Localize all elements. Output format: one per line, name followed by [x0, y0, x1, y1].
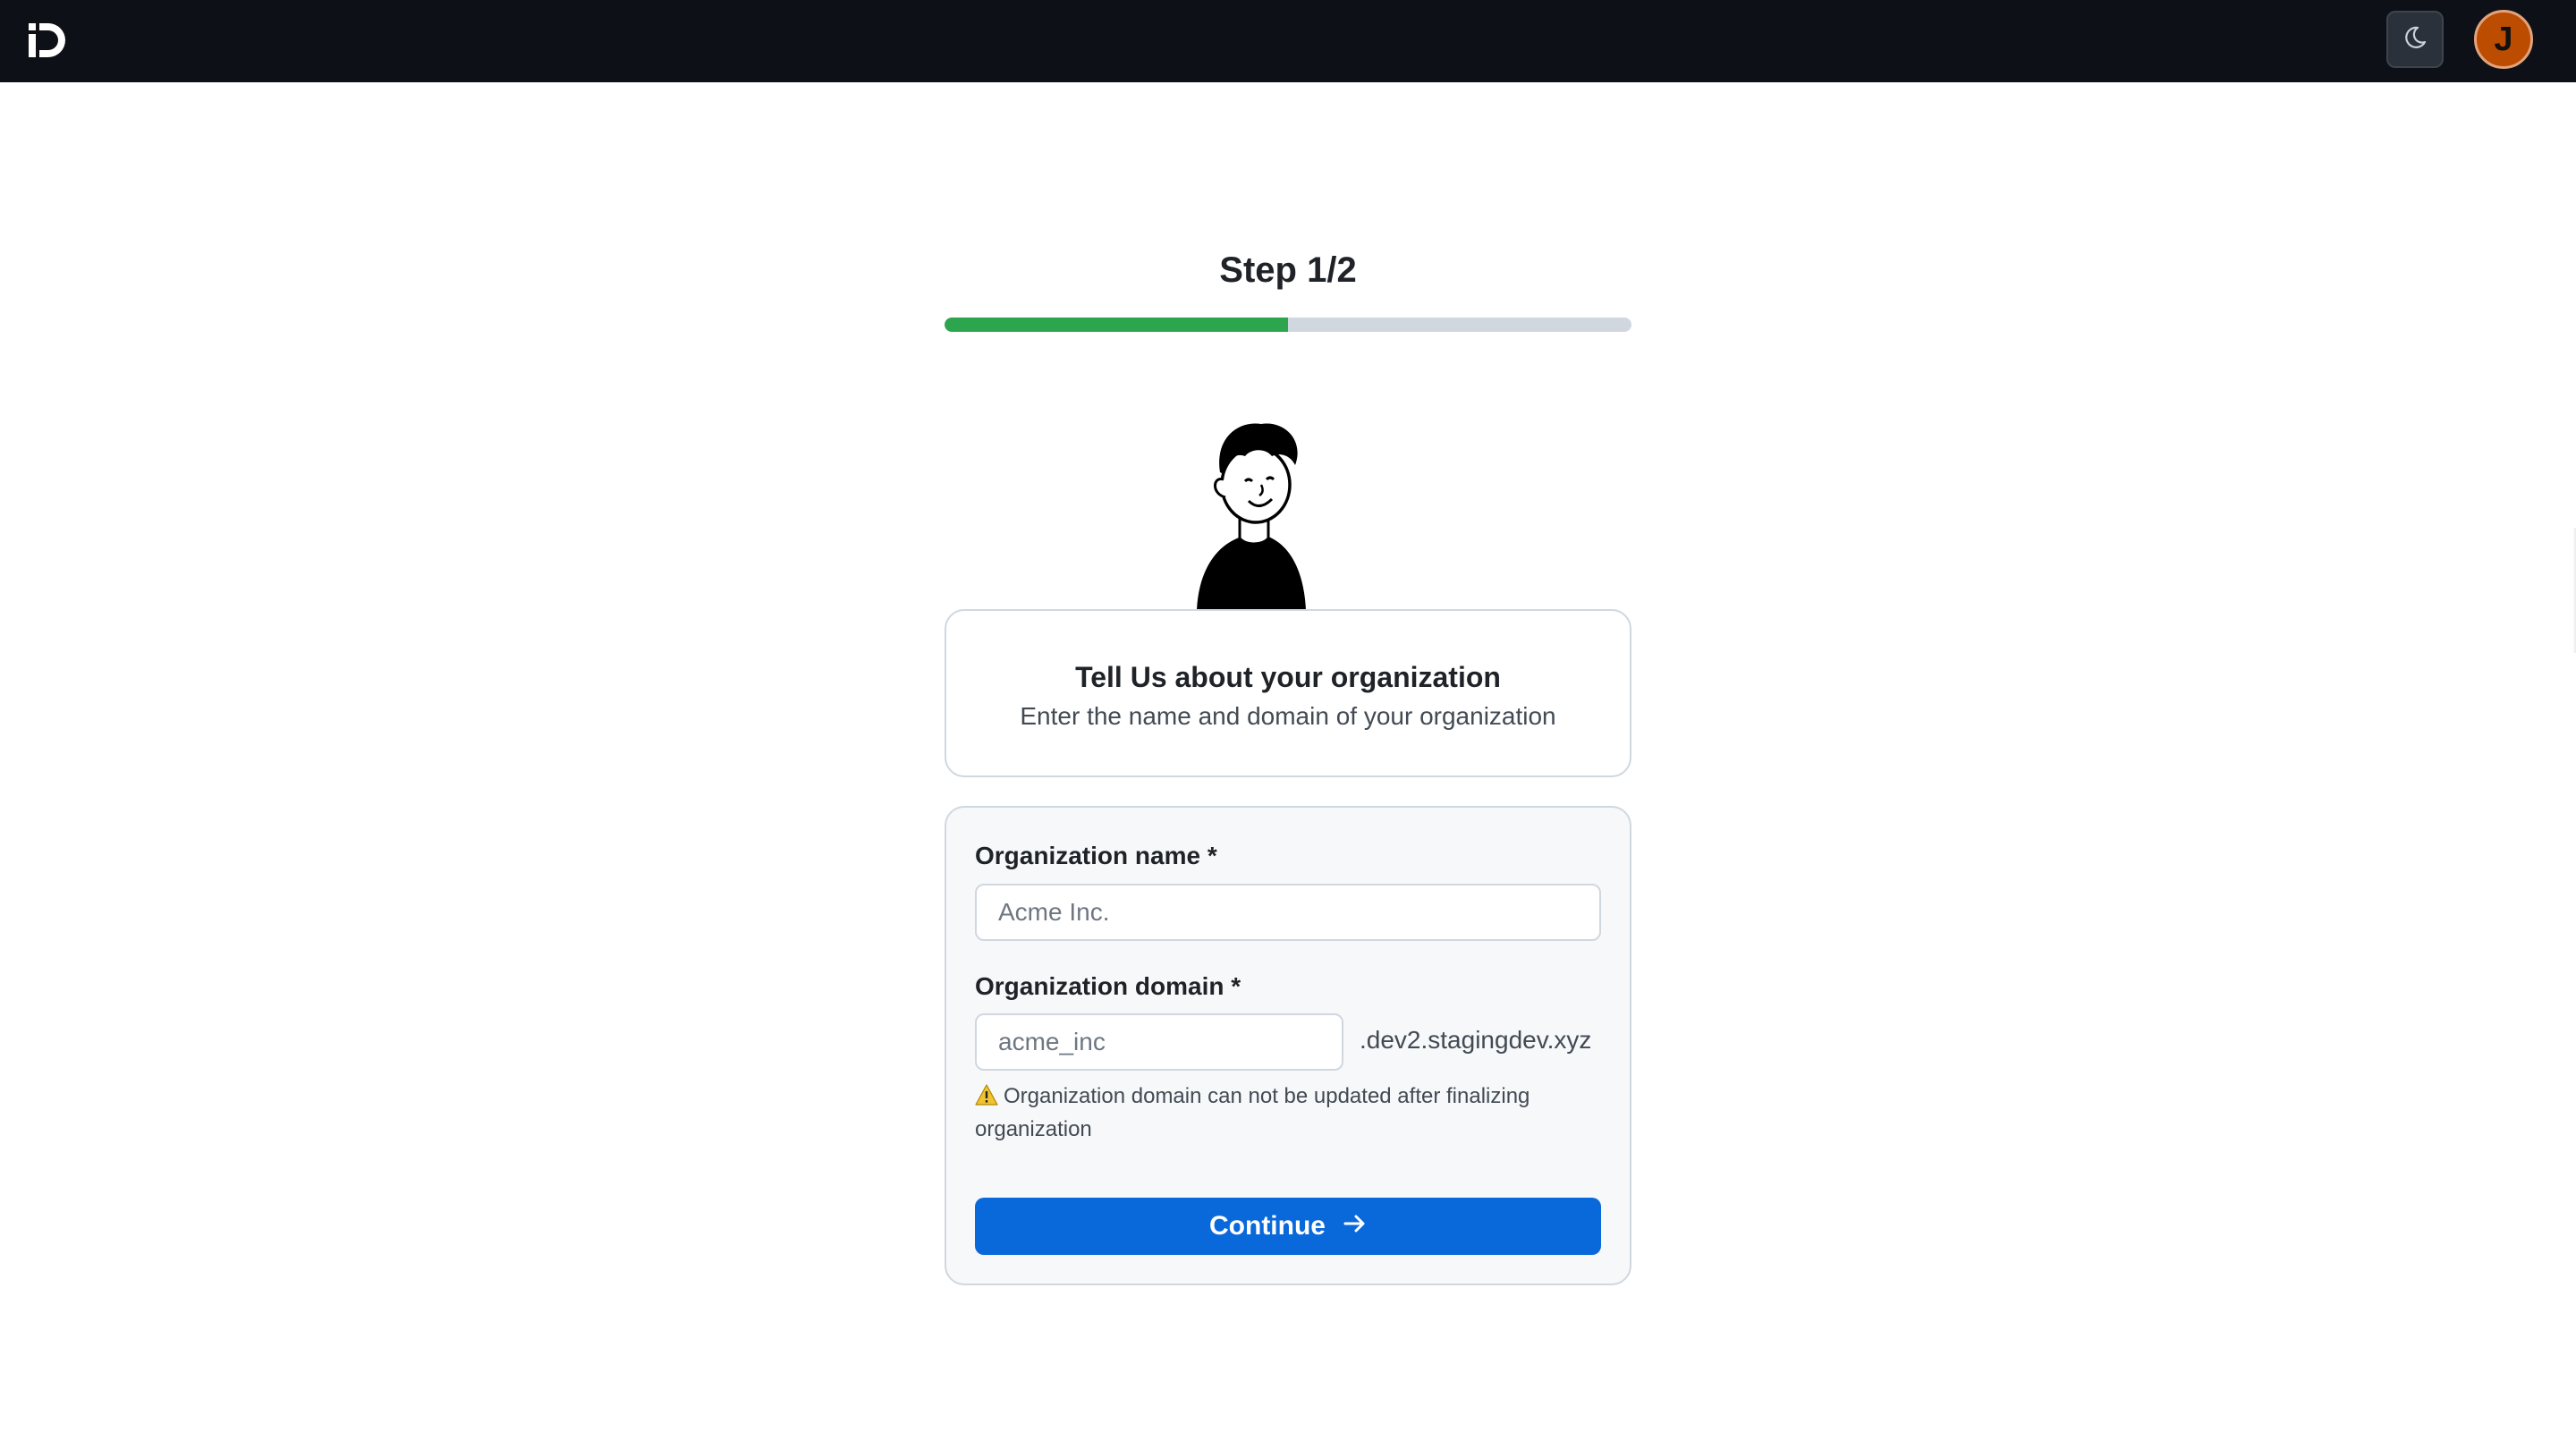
side-panel-edge: [2572, 528, 2576, 653]
intro-subtitle: Enter the name and domain of your organi…: [1020, 702, 1556, 730]
organization-form: Organization name * Organization domain …: [945, 806, 1631, 1285]
user-avatar[interactable]: J: [2474, 10, 2533, 69]
org-name-label: Organization name *: [975, 842, 1217, 869]
warning-icon: [975, 1082, 998, 1106]
step-title: Step 1/2: [1219, 250, 1357, 290]
org-name-input[interactable]: [975, 884, 1601, 941]
org-domain-label: Organization domain *: [975, 972, 1241, 1000]
top-navbar: J: [0, 0, 2576, 82]
person-illustration: [1179, 402, 1322, 610]
continue-label: Continue: [1209, 1211, 1326, 1241]
warning-text: Organization domain can not be updated a…: [975, 1084, 1530, 1141]
arrow-right-icon: [1343, 1211, 1367, 1241]
domain-suffix: .dev2.stagingdev.xyz: [1360, 1026, 1592, 1054]
intro-card: Tell Us about your organization Enter th…: [945, 609, 1631, 777]
step-progress-bar: [945, 318, 1631, 332]
domain-warning: Organization domain can not be updated a…: [975, 1080, 1601, 1146]
avatar-initial: J: [2494, 20, 2513, 58]
theme-toggle-button[interactable]: [2386, 11, 2444, 68]
org-domain-input[interactable]: [975, 1013, 1343, 1071]
continue-button[interactable]: Continue: [975, 1198, 1601, 1255]
step-progress-fill: [945, 318, 1288, 332]
intro-title: Tell Us about your organization: [1075, 661, 1501, 693]
moon-icon: [2402, 24, 2428, 55]
brand-logo-icon[interactable]: [27, 20, 66, 61]
